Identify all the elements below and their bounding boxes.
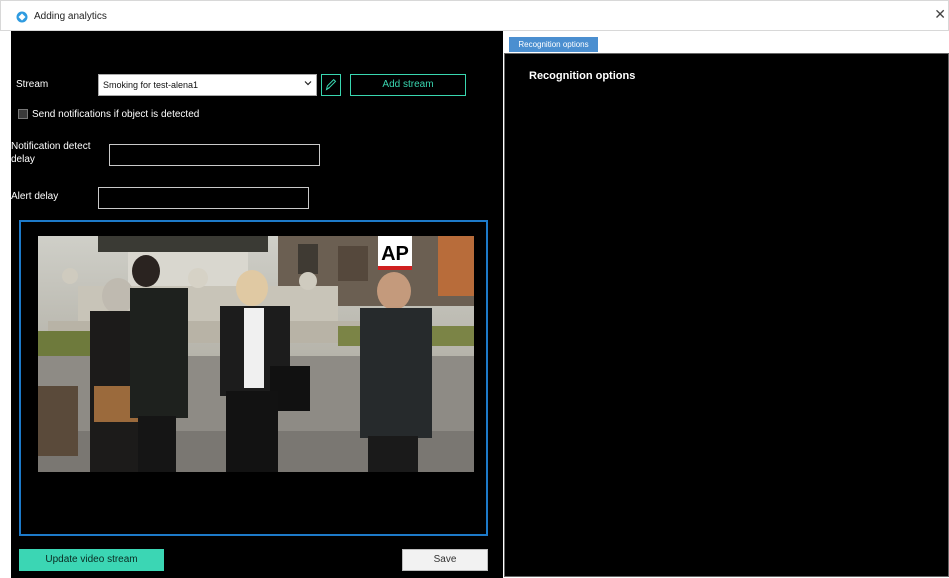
ap-watermark: AP [381,243,409,265]
window-title: Adding analytics [34,11,107,22]
alert-delay-input[interactable] [98,187,309,209]
edit-stream-button[interactable] [321,74,341,96]
send-notifications-label: Send notifications if object is detected [32,109,200,120]
pencil-icon [325,78,337,91]
recognition-options-panel: Recognition options [504,53,949,577]
close-icon[interactable]: ✕ [934,7,946,21]
chevron-down-icon [304,81,312,86]
stream-label: Stream [16,79,49,90]
save-button[interactable]: Save [402,549,488,571]
stream-select[interactable]: Smoking for test-alena1 [98,74,317,96]
tab-recognition-options[interactable]: Recognition options [509,37,598,52]
alert-delay-label: Alert delay [11,191,59,202]
stream-select-value: Smoking for test-alena1 [103,80,199,90]
notification-delay-label: Notification detect delay [11,141,91,165]
recognition-options-pane: Recognition options Recognition options [503,31,949,578]
notification-delay-input[interactable] [109,144,320,166]
video-frame-image: AP [38,236,474,472]
send-notifications-checkbox[interactable] [18,109,28,119]
panel-title: Recognition options [529,70,636,82]
update-video-stream-button[interactable]: Update video stream [19,549,164,571]
video-preview-frame: AP [19,220,488,536]
title-bar: Adding analytics ✕ [0,0,949,31]
video-preview: AP [38,236,474,472]
add-stream-button[interactable]: Add stream [350,74,466,96]
app-logo-icon [16,11,28,23]
